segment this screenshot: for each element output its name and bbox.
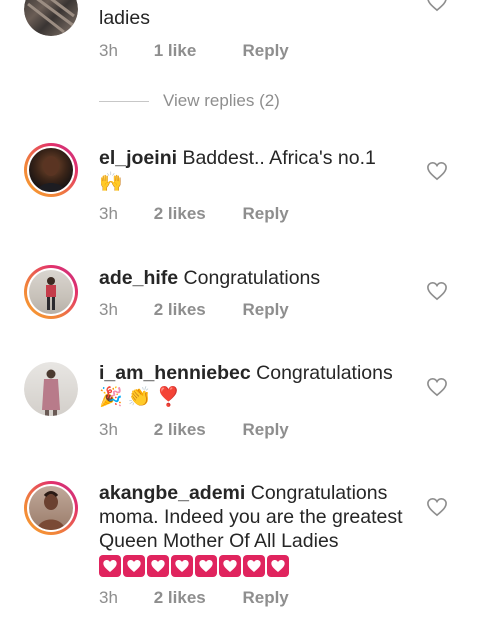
heart-emoji-icon xyxy=(243,554,265,577)
comment-text: ade_hife Congratulations xyxy=(99,266,411,290)
comment-username[interactable]: ade_hife xyxy=(99,267,178,289)
heart-emoji-icon xyxy=(123,554,145,577)
divider xyxy=(99,101,149,103)
avatar[interactable] xyxy=(24,265,78,319)
avatar[interactable] xyxy=(24,362,78,416)
heart-outline-icon[interactable] xyxy=(426,161,448,181)
reply-button[interactable]: Reply xyxy=(242,41,288,61)
reply-button[interactable]: Reply xyxy=(242,204,288,224)
comment-username[interactable]: akangbe_ademi xyxy=(99,482,245,504)
comment-body: ladies xyxy=(99,7,150,29)
heart-emoji-icon xyxy=(267,554,289,577)
comment-body: Congratulations xyxy=(256,362,393,384)
heart-emoji-icon xyxy=(171,554,193,577)
likes-count[interactable]: 2 likes xyxy=(154,420,238,440)
comment-body: Congratulations xyxy=(183,267,321,289)
avatar[interactable] xyxy=(24,481,78,535)
view-replies-button[interactable]: View replies (2) xyxy=(99,91,280,111)
view-replies-label[interactable]: View replies (2) xyxy=(163,91,280,110)
heart-outline-icon[interactable] xyxy=(426,377,448,397)
reply-button[interactable]: Reply xyxy=(242,588,288,608)
comment-meta: 3h 2 likes Reply xyxy=(99,588,289,608)
comment-meta: 3h 2 likes Reply xyxy=(99,204,289,224)
likes-count[interactable]: 2 likes xyxy=(154,300,238,320)
heart-emoji-icon xyxy=(99,554,121,577)
comment-time: 3h xyxy=(99,300,118,319)
heart-outline-icon[interactable] xyxy=(426,497,448,517)
reply-button[interactable]: Reply xyxy=(242,420,288,440)
heart-emoji-row xyxy=(99,554,289,577)
comment-text: el_joeini Baddest.. Africa's no.1 🙌 xyxy=(99,146,411,195)
avatar[interactable] xyxy=(24,0,78,36)
heart-outline-icon[interactable] xyxy=(426,0,448,12)
comment-meta: 3h 1 like Reply xyxy=(99,41,289,61)
reply-button[interactable]: Reply xyxy=(242,300,288,320)
comment-time: 3h xyxy=(99,420,118,439)
comment-meta: 3h 2 likes Reply xyxy=(99,420,289,440)
heart-emoji-icon xyxy=(147,554,169,577)
heart-emoji-icon xyxy=(195,554,217,577)
heart-emoji-icon xyxy=(219,554,241,577)
comment-text: ladies xyxy=(99,6,411,30)
comment-username[interactable]: el_joeini xyxy=(99,147,177,169)
comment-meta: 3h 2 likes Reply xyxy=(99,300,289,320)
likes-count[interactable]: 2 likes xyxy=(154,588,238,608)
comment-text: i_am_henniebec Congratulations 🎉 👏 ❣️ xyxy=(99,361,411,410)
comment-time: 3h xyxy=(99,588,118,607)
comment-username[interactable]: i_am_henniebec xyxy=(99,362,251,384)
comment-body: Baddest.. Africa's no.1 xyxy=(182,147,376,169)
party-clap-heart-emoji: 🎉 👏 ❣️ xyxy=(99,387,181,408)
likes-count[interactable]: 2 likes xyxy=(154,204,238,224)
likes-count[interactable]: 1 like xyxy=(154,41,238,61)
heart-outline-icon[interactable] xyxy=(426,281,448,301)
comment-time: 3h xyxy=(99,41,118,60)
avatar[interactable] xyxy=(24,143,78,197)
comment-text: akangbe_ademi Congratulations moma. Inde… xyxy=(99,481,411,577)
raising-hands-emoji: 🙌 xyxy=(99,172,123,193)
comment-time: 3h xyxy=(99,204,118,223)
